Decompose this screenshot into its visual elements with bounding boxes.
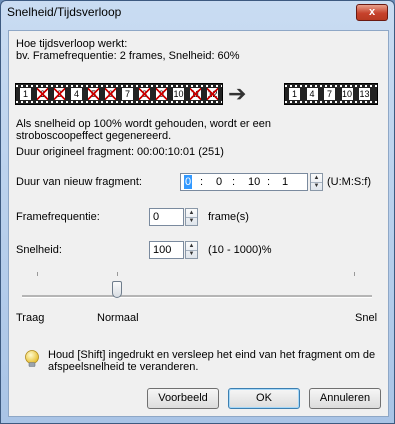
speed-input[interactable]: 100 [149, 241, 184, 259]
duration-spinner[interactable]: ▲ ▼ [310, 173, 323, 191]
title-bar[interactable]: Snelheid/Tijdsverloop x [1, 1, 394, 23]
filmstrip-result: 1 4 7 10 13 [284, 83, 378, 105]
duration-label: Duur van nieuw fragment: [16, 176, 142, 188]
close-icon: x [368, 6, 376, 18]
tip-line-2: afspeelsnelheid te veranderen. [48, 361, 199, 373]
ok-button[interactable]: OK [228, 388, 300, 409]
filmstrip-frame: 1 [20, 88, 31, 100]
preview-button[interactable]: Voorbeeld [147, 388, 219, 409]
lightbulb-icon [25, 350, 39, 367]
timecode-separator: : [232, 176, 236, 188]
duration-frames[interactable]: 1 [282, 175, 288, 189]
dialog-title: Snelheid/Tijdsverloop [7, 5, 122, 19]
filmstrip-frame-dropped: 11 [190, 88, 201, 100]
slider-max-label: Snel [355, 312, 378, 324]
filmstrip-frame: 10 [173, 88, 184, 100]
intro-line-1: Hoe tijdsverloop werkt: [16, 38, 128, 50]
filmstrip-frame-dropped: 8 [139, 88, 150, 100]
framerate-label: Framefrequentie: [16, 211, 100, 223]
slider-min-label: Traag [16, 312, 45, 324]
slider-tick [37, 272, 38, 276]
framerate-unit: frame(s) [208, 211, 249, 223]
filmstrip-frame-dropped: 9 [156, 88, 167, 100]
filmstrip-frame: 4 [306, 88, 318, 100]
framerate-spinner[interactable]: ▲ ▼ [185, 208, 198, 226]
intro-line-2: bv. Framefrequentie: 2 frames, Snelheid:… [16, 50, 240, 62]
speed-slider-thumb[interactable] [112, 281, 122, 298]
dialog-body: Hoe tijdsverloop werkt: bv. Framefrequen… [8, 30, 389, 417]
framerate-input[interactable]: 0 [149, 208, 184, 226]
cancel-button[interactable]: Annuleren [309, 388, 381, 409]
speed-slider-track[interactable] [22, 295, 372, 298]
speed-spinner[interactable]: ▲ ▼ [185, 241, 198, 259]
spin-down-icon[interactable]: ▼ [186, 217, 197, 225]
original-duration-text: Duur origineel fragment: 00:00:10:01 (25… [16, 146, 224, 158]
spin-down-icon[interactable]: ▼ [186, 250, 197, 258]
speed-label: Snelheid: [16, 244, 62, 256]
duration-timecode-field[interactable]: 0 : 0 : 10 : 1 [180, 173, 308, 191]
filmstrip-frame: 4 [71, 88, 82, 100]
info-line-2: stroboscoopeffect gegenereerd. [16, 130, 172, 142]
slider-tick [117, 272, 118, 276]
slider-mid-label: Normaal [97, 312, 139, 324]
dialog-window: Snelheid/Tijdsverloop x Hoe tijdsverloop… [0, 0, 395, 424]
filmstrip-frame: 7 [324, 88, 335, 100]
filmstrip-frame-dropped: 12 [207, 88, 218, 100]
duration-hours[interactable]: 0 [184, 175, 193, 189]
speed-range: (10 - 1000)% [208, 244, 272, 256]
filmstrip-frame: 10 [341, 88, 353, 100]
spin-down-icon[interactable]: ▼ [311, 182, 322, 190]
info-line-1: Als snelheid op 100% wordt gehouden, wor… [16, 118, 272, 130]
close-button[interactable]: x [356, 4, 388, 21]
filmstrip-frame: 13 [359, 88, 370, 100]
filmstrip-frame-dropped: 6 [105, 88, 116, 100]
duration-minutes[interactable]: 0 [216, 175, 222, 189]
duration-unit: (U:M:S:f) [327, 176, 371, 188]
tip-line-1: Houd [Shift] ingedrukt en versleep het e… [48, 349, 376, 361]
filmstrip-frame-dropped: 5 [88, 88, 99, 100]
filmstrip-frame-dropped: 3 [54, 88, 65, 100]
filmstrip-original: 1 2 3 4 5 6 7 8 9 10 11 12 [15, 83, 223, 105]
timecode-separator: : [200, 176, 204, 188]
duration-seconds[interactable]: 10 [248, 175, 260, 189]
filmstrip-frame-dropped: 2 [37, 88, 48, 100]
timecode-separator: : [267, 176, 271, 188]
arrow-right-icon: ➔ [228, 81, 247, 106]
slider-tick [354, 272, 355, 276]
filmstrip-frame: 7 [122, 88, 133, 100]
filmstrip-frame: 1 [289, 88, 300, 100]
